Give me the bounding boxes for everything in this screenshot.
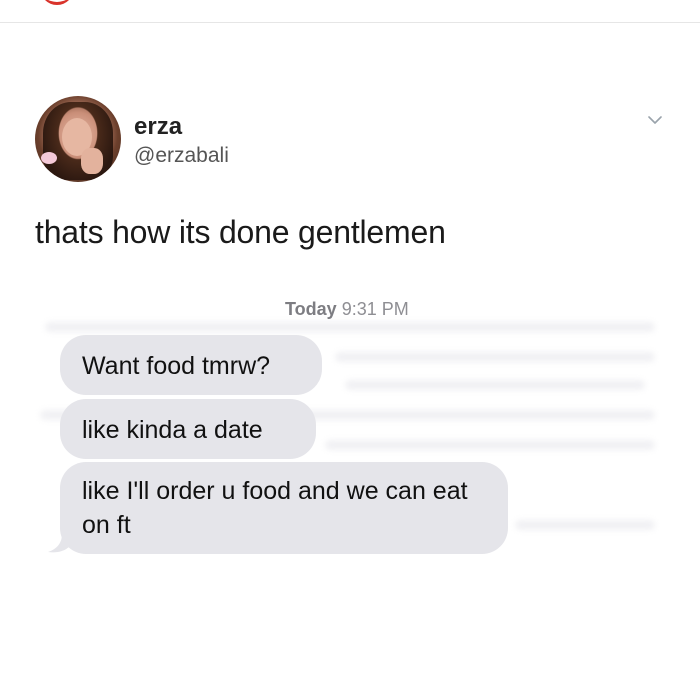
top-red-arc	[40, 0, 74, 5]
timestamp-time: 9:31 PM	[341, 299, 409, 319]
message-bubble: like I'll order u food and we can eat on…	[60, 462, 508, 554]
message-timestamp: Today 9:31 PM	[285, 299, 409, 320]
message-bubble: like kinda a date	[60, 399, 316, 459]
chevron-down-icon[interactable]	[648, 113, 662, 127]
timestamp-day: Today	[285, 299, 337, 319]
bubble-tail-icon	[48, 534, 70, 553]
message-bubble: Want food tmrw?	[60, 335, 322, 395]
blurred-background-line	[325, 440, 655, 450]
blurred-background-line	[515, 520, 655, 530]
user-handle[interactable]: @erzabali	[134, 144, 229, 168]
blurred-background-line	[335, 352, 655, 362]
blurred-background-line	[345, 380, 645, 390]
avatar-hand	[81, 148, 103, 174]
tweet-screenshot: erza @erzabali thats how its done gentle…	[0, 0, 700, 700]
avatar-sticker	[41, 152, 57, 164]
tweet-text: thats how its done gentlemen	[35, 214, 446, 250]
blurred-background-line	[45, 322, 655, 332]
display-name[interactable]: erza	[134, 113, 182, 141]
top-header-strip	[0, 0, 700, 23]
avatar[interactable]	[35, 96, 121, 182]
